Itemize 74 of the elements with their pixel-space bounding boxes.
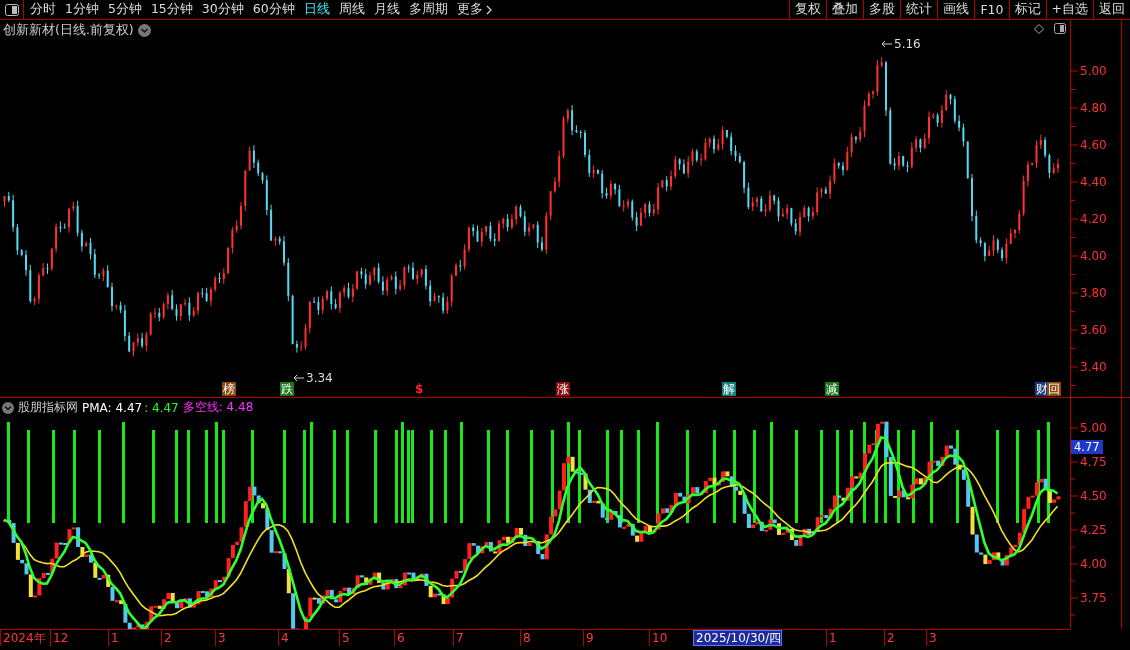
axis-label: 4.75 — [1080, 455, 1107, 469]
axis-label: 3.75 — [1080, 591, 1107, 605]
date-label: 9 — [583, 630, 594, 646]
event-tag: 涨 — [556, 382, 570, 396]
axis-label: 4.00 — [1080, 557, 1107, 571]
toolbar-button[interactable]: 叠加 — [826, 0, 864, 19]
period-tab[interactable]: 周线 — [338, 1, 365, 18]
date-label: 4 — [278, 630, 289, 646]
arrow-icon — [881, 40, 893, 48]
diamond-icon[interactable] — [1034, 23, 1044, 34]
arrow-icon — [293, 374, 305, 382]
toolbar-button[interactable]: 统计 — [900, 0, 938, 19]
chart-title: 创新新材(日线.前复权) — [3, 22, 134, 39]
date-label: 6 — [394, 630, 405, 646]
period-tab[interactable]: 月线 — [373, 1, 400, 18]
date-label: 1 — [108, 630, 119, 646]
date-label: 2 — [161, 630, 172, 646]
axis-label: 3.40 — [1080, 360, 1107, 374]
toolbar-button[interactable]: F10 — [974, 0, 1009, 19]
date-label: 3 — [215, 630, 226, 646]
current-value-label: 4.77 — [1071, 440, 1103, 454]
period-tab[interactable]: 日线 — [303, 1, 330, 18]
axis-label: 4.60 — [1080, 138, 1107, 152]
axis-label: 5.00 — [1080, 64, 1107, 78]
date-label: 2025/10/30/四 — [693, 630, 783, 646]
event-tag: 减 — [825, 382, 839, 396]
event-tag: 榜 — [222, 382, 236, 396]
panel-toggle-icon[interactable] — [1054, 23, 1066, 34]
period-tab[interactable]: 15分钟 — [150, 1, 193, 18]
period-tab[interactable]: 1分钟 — [65, 1, 99, 18]
indicator-value: 多空线: 4.48 — [182, 399, 254, 416]
date-label: 10 — [649, 630, 668, 646]
axis-label: 3.80 — [1080, 286, 1107, 300]
dollar-mark: $ — [414, 382, 425, 396]
axis-label: 4.50 — [1080, 489, 1107, 503]
date-label: 2 — [884, 630, 895, 646]
toolbar-button[interactable]: 标记 — [1008, 0, 1046, 19]
date-label: 3 — [926, 630, 937, 646]
axis-label: 4.20 — [1080, 212, 1107, 226]
event-tag: 解 — [722, 382, 736, 396]
toolbar-button[interactable]: 画线 — [937, 0, 975, 19]
period-tab[interactable]: 分时 — [30, 1, 56, 18]
indicator-value: : 4.47 — [144, 400, 179, 415]
axis-label: 4.80 — [1080, 101, 1107, 115]
indicator-name: 股朋指标网 — [18, 399, 78, 416]
period-tab[interactable]: 更多 — [456, 1, 492, 18]
axis-label: 3.60 — [1080, 323, 1107, 337]
indicator-value: PMA: 4.47 — [82, 400, 143, 415]
dropdown-icon[interactable] — [137, 24, 151, 37]
date-label: 1 — [826, 630, 837, 646]
period-tab[interactable]: 5分钟 — [107, 1, 142, 18]
period-tab[interactable]: 30分钟 — [201, 1, 244, 18]
price-label: 5.16 — [894, 37, 921, 51]
event-tag: 回 — [1047, 382, 1061, 396]
toolbar-button[interactable]: +自选 — [1045, 0, 1093, 19]
axis-label: 4.25 — [1080, 523, 1107, 537]
date-label: 7 — [453, 630, 464, 646]
toolbar-button[interactable]: 复权 — [789, 0, 827, 19]
event-tag: 跌 — [280, 382, 294, 396]
axis-label: 4.40 — [1080, 175, 1107, 189]
toolbar-button[interactable]: 返回 — [1093, 0, 1130, 19]
panel-toggle-icon[interactable] — [4, 3, 19, 16]
date-label: 5 — [339, 630, 350, 646]
price-label: 3.34 — [306, 371, 333, 385]
date-label: 8 — [520, 630, 531, 646]
period-tab[interactable]: 多周期 — [408, 1, 448, 18]
date-label: 2024年 — [0, 630, 46, 646]
axis-label: 4.00 — [1080, 249, 1107, 263]
date-label: 12 — [50, 630, 69, 646]
axis-label: 5.00 — [1080, 421, 1107, 435]
period-tab[interactable]: 60分钟 — [252, 1, 295, 18]
toolbar-button[interactable]: 多股 — [863, 0, 901, 19]
collapse-icon[interactable] — [2, 401, 14, 414]
chevron-icon — [485, 4, 492, 15]
